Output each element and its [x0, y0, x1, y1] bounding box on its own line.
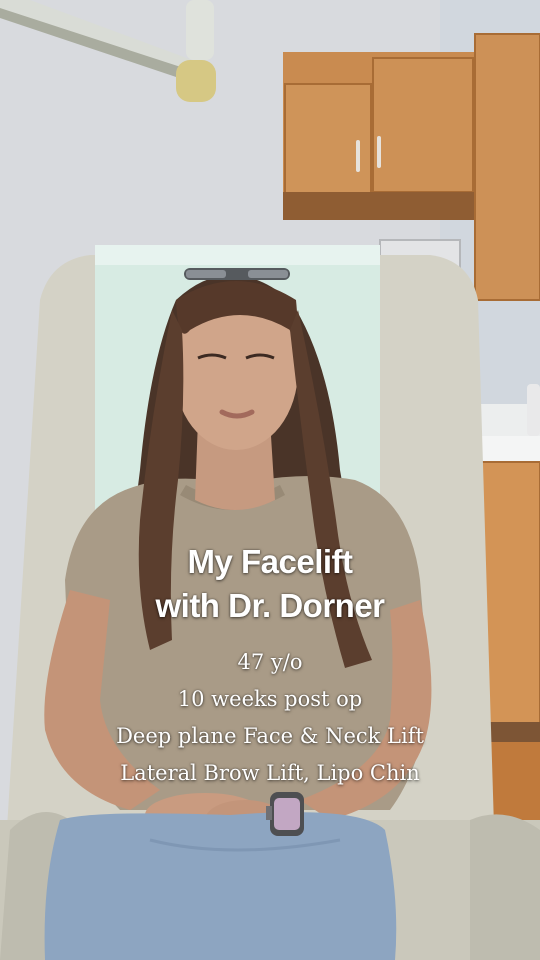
jeans: [44, 812, 397, 960]
procedure-text-2: Lateral Brow Lift, Lipo Chin: [120, 761, 420, 785]
exam-room-scene: [0, 0, 540, 960]
age-text: 47 y/o: [237, 650, 303, 674]
video-title: My Facelift with Dr. Dorner: [0, 540, 540, 628]
title-line-1: My Facelift: [187, 543, 353, 580]
title-line-2: with Dr. Dorner: [155, 587, 385, 624]
sunglasses: [184, 268, 290, 280]
video-frame: My Facelift with Dr. Dorner 47 y/o 10 we…: [0, 0, 540, 960]
smartwatch-icon: [266, 792, 304, 836]
post-op-text: 10 weeks post op: [177, 687, 363, 711]
procedure-details: 47 y/o 10 weeks post op Deep plane Face …: [0, 644, 540, 792]
procedure-text-1: Deep plane Face & Neck Lift: [116, 724, 424, 748]
